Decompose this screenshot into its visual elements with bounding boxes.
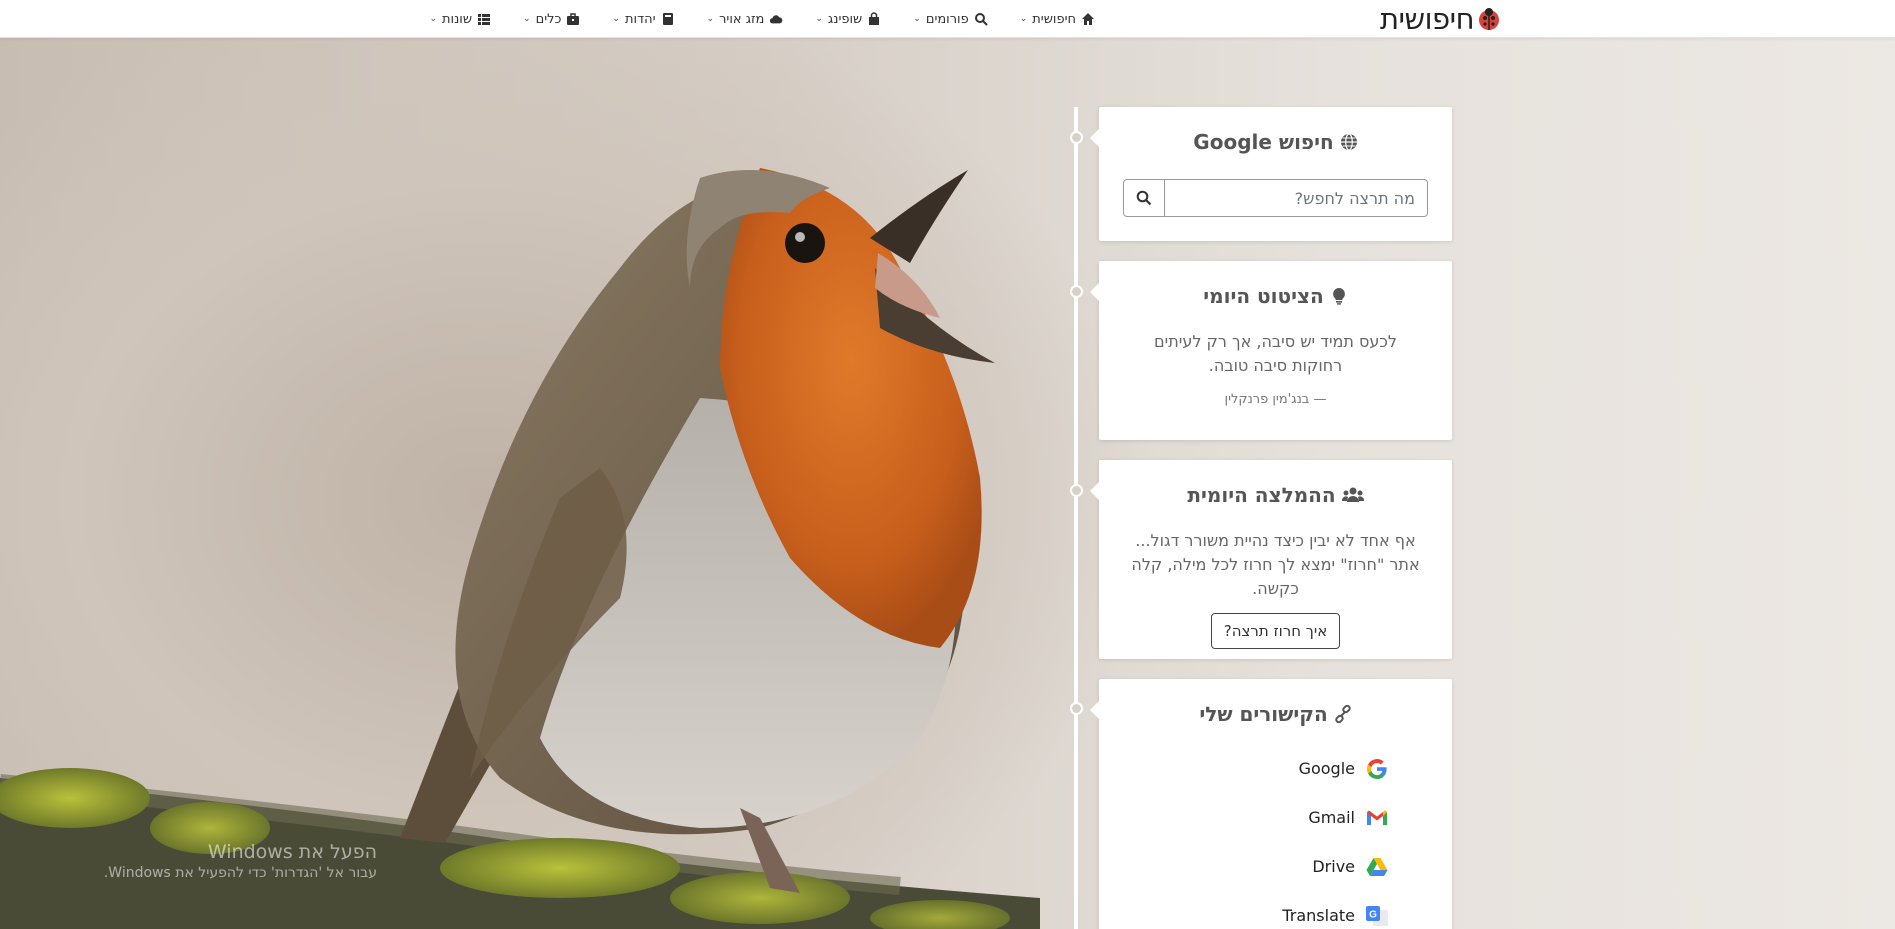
card-title-text: הציטוט היומי: [1203, 284, 1324, 308]
rhyme-button[interactable]: איך חרוז תרצה?: [1210, 613, 1341, 649]
svg-text:G: G: [1369, 909, 1377, 920]
timeline-dot: [1070, 285, 1083, 298]
menu-item-label: חיפושית: [1032, 11, 1076, 27]
search-form: [1123, 179, 1428, 217]
google-icon: [1367, 758, 1387, 779]
timeline-line: [1074, 107, 1078, 929]
brand-logo-link[interactable]: חיפושית: [1380, 2, 1502, 36]
link-gmail[interactable]: Gmail: [1099, 793, 1452, 842]
link-label: Translate: [1282, 906, 1355, 925]
chevron-down-icon: ⌄: [706, 14, 715, 24]
shopping-bag-icon: [869, 12, 880, 25]
quote-author: — בנג'מין פרנקלין: [1224, 392, 1327, 407]
chevron-down-icon: ⌄: [913, 14, 921, 24]
chevron-down-icon: ⌄: [523, 14, 531, 24]
lightbulb-icon: [1332, 288, 1345, 305]
link-label: Google: [1298, 759, 1355, 778]
my-links-card: הקישורים שלי Google Gmail Drive G Transl…: [1090, 679, 1452, 929]
menu-item-weather[interactable]: מזג אויר ⌄: [705, 12, 784, 27]
menu-item-label: מזג אויר: [719, 11, 765, 27]
quote-text: לכעס תמיד יש סיבה, אך רק לעיתים רחוקות ס…: [1154, 332, 1397, 375]
translate-icon: G: [1366, 905, 1388, 926]
ladybug-icon: [1479, 8, 1500, 30]
menu-item-label: כלים: [535, 11, 562, 27]
google-search-card: חיפוש Google: [1090, 107, 1452, 241]
search-input[interactable]: [1165, 179, 1428, 217]
watermark-subtitle: עבור אל 'הגדרות' כדי להפעיל את Windows.: [103, 865, 377, 881]
card-title: חיפוש Google: [1099, 130, 1452, 154]
links-list: Google Gmail Drive G Translate: [1099, 744, 1452, 929]
recommendation-text: אף אחד לא יבין כיצד נהיית משורר דגול... …: [1131, 531, 1420, 598]
link-drive[interactable]: Drive: [1099, 842, 1452, 891]
daily-quote-card: הציטוט היומי לכעס תמיד יש סיבה, אך רק לע…: [1090, 261, 1452, 440]
windows-activation-watermark: הפעל את Windows עבור אל 'הגדרות' כדי להפ…: [92, 840, 377, 882]
home-icon: [1082, 13, 1094, 25]
link-translate[interactable]: G Translate: [1099, 891, 1452, 929]
daily-recommendation-card: ההמלצה היומית אף אחד לא יבין כיצד נהיית …: [1090, 460, 1452, 659]
search-button[interactable]: [1123, 179, 1165, 217]
robin-bird-image: [0, 168, 1040, 929]
cloud-icon: [770, 15, 783, 24]
link-label: Gmail: [1308, 808, 1355, 827]
chevron-down-icon: ⌄: [429, 14, 437, 24]
menu-item-label: שונות: [442, 11, 473, 27]
main-menu: חיפושית ⌄ פורומים ⌄ שופינג ⌄ מזג אויר ⌄ …: [427, 0, 1095, 38]
top-navbar: חיפושית חיפושית ⌄ פורומים ⌄ שופינג ⌄ מזג…: [0, 0, 1895, 38]
menu-item-home[interactable]: חיפושית ⌄: [1018, 12, 1095, 27]
list-icon: [478, 14, 491, 25]
briefcase-icon: [567, 13, 580, 25]
globe-icon: [1340, 133, 1357, 151]
link-label: Drive: [1312, 857, 1355, 876]
menu-item-tools[interactable]: כלים ⌄: [521, 12, 580, 27]
search-icon: [1136, 190, 1152, 206]
search-icon: [974, 13, 988, 26]
card-title-text: הקישורים שלי: [1199, 702, 1328, 726]
card-title: ההמלצה היומית: [1099, 483, 1452, 507]
watermark-title: הפעל את Windows: [207, 841, 377, 863]
book-icon: [662, 13, 673, 25]
menu-item-judaism[interactable]: יהדות ⌄: [610, 12, 674, 27]
menu-item-shopping[interactable]: שופינג ⌄: [813, 12, 881, 27]
users-icon: [1341, 487, 1364, 502]
drive-icon: [1366, 857, 1388, 876]
card-title-text: ההמלצה היומית: [1187, 483, 1336, 507]
menu-item-label: פורומים: [925, 11, 969, 27]
menu-item-label: יהדות: [624, 11, 656, 27]
card-title-text: חיפוש Google: [1193, 130, 1334, 154]
timeline-dot: [1070, 702, 1083, 715]
timeline-dot: [1070, 484, 1083, 497]
card-title: הקישורים שלי: [1099, 702, 1452, 726]
gmail-icon: [1367, 810, 1387, 825]
chevron-down-icon: ⌄: [815, 14, 823, 24]
chevron-down-icon: ⌄: [1019, 14, 1028, 24]
background-photo: [0, 38, 1895, 929]
chevron-down-icon: ⌄: [612, 14, 620, 24]
timeline-dot: [1070, 131, 1083, 144]
menu-item-label: שופינג: [827, 11, 863, 27]
link-google[interactable]: Google: [1099, 744, 1452, 793]
card-title: הציטוט היומי: [1099, 284, 1452, 308]
link-icon: [1334, 705, 1351, 723]
brand-name: חיפושית: [1380, 2, 1475, 36]
menu-item-misc[interactable]: שונות ⌄: [427, 12, 491, 27]
menu-item-forums[interactable]: פורומים ⌄: [911, 11, 988, 27]
